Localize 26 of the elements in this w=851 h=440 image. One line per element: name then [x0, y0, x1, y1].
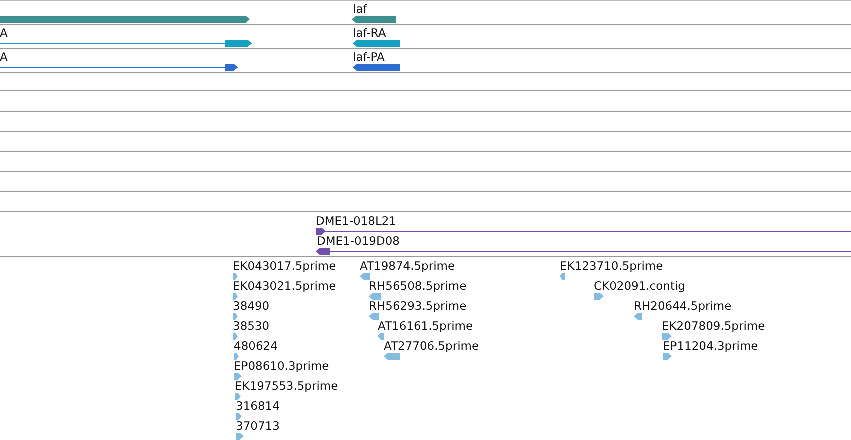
feature-label: AT27706.5prime — [384, 340, 480, 353]
feature-label: 38490 — [233, 300, 270, 313]
feature-label: EK123710.5prime — [560, 260, 664, 273]
feature-label: 38530 — [233, 320, 270, 333]
feature-label: EP08610.3prime — [234, 360, 330, 373]
feature-label: DME1-019D08 — [317, 235, 400, 248]
feature-label: laf — [353, 3, 368, 16]
feature-label: EK043021.5prime — [233, 280, 336, 293]
feature-label: RH56293.5prime — [369, 300, 467, 313]
feature-label: RH56508.5prime — [369, 280, 467, 293]
feature-label: A — [0, 51, 8, 64]
feature-label: EK197553.5prime — [235, 380, 338, 393]
feature-label: AT16161.5prime — [378, 320, 474, 333]
feature-label: RH20644.5prime — [634, 300, 732, 313]
feature-label: EP11204.3prime — [663, 340, 758, 353]
feature-label: 480624 — [234, 340, 278, 353]
feature-label: A — [0, 27, 8, 40]
feature-label: 316814 — [236, 400, 280, 413]
feature-label: laf-RA — [353, 27, 386, 40]
feature-label: laf-PA — [353, 51, 385, 64]
feature-label: EK207809.5prime — [662, 320, 766, 333]
feature-label: AT19874.5prime — [360, 260, 456, 273]
feature-label: EK043017.5prime — [233, 260, 336, 273]
feature-label: 370713 — [236, 420, 280, 433]
feature-label: DME1-018L21 — [316, 215, 396, 228]
feature-label: CK02091.contig — [594, 280, 686, 293]
